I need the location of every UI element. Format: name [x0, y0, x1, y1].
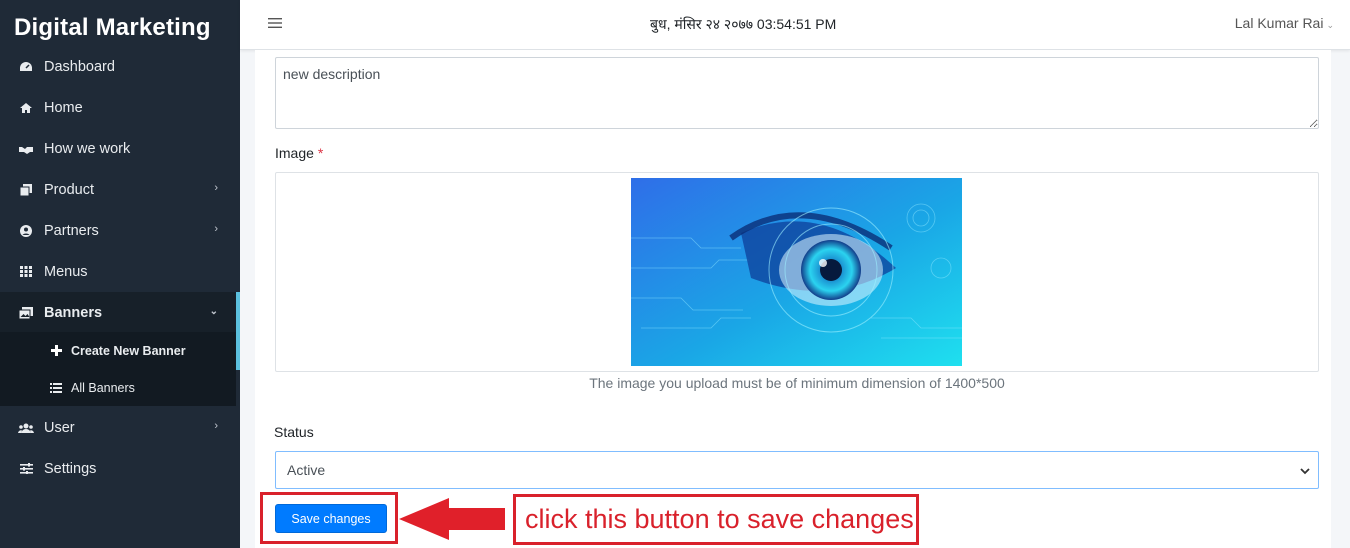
chevron-down-icon: ⌄ — [209, 306, 218, 317]
sidebar-subitem-create-new-banner[interactable]: Create New Banner — [0, 332, 236, 369]
image-upload-area[interactable] — [275, 172, 1319, 372]
status-select[interactable]: Active — [275, 451, 1319, 489]
sidebar-subitem-all-banners[interactable]: All Banners — [0, 369, 236, 406]
sidebar-item-product[interactable]: Product › — [0, 169, 240, 210]
sidebar-item-label: User — [44, 419, 75, 436]
current-datetime: बुध, मंसिर २४ २०७७ 03:54:51 PM — [650, 16, 837, 32]
sidebar-subitem-label: Create New Banner — [71, 343, 186, 358]
grid-icon — [18, 265, 34, 279]
sidebar-item-settings[interactable]: Settings — [0, 448, 240, 489]
image-label: Image * — [275, 145, 323, 161]
description-textarea[interactable]: new description — [275, 57, 1319, 129]
users-icon — [18, 421, 34, 435]
chevron-right-icon: › — [214, 182, 218, 194]
home-icon — [18, 101, 34, 115]
sliders-icon — [18, 462, 34, 476]
sidebar-item-menus[interactable]: Menus — [0, 251, 240, 292]
annotation-arrow-icon — [399, 498, 505, 540]
chevron-right-icon: › — [214, 420, 218, 432]
user-menu[interactable]: Lal Kumar Rai ⌄ — [1235, 15, 1334, 31]
sidebar-subitem-label: All Banners — [71, 380, 135, 395]
banner-form-card: new description Image * The image you up… — [255, 50, 1331, 548]
banner-image-preview — [631, 178, 962, 366]
dashboard-icon — [18, 60, 34, 74]
active-indicator — [236, 292, 240, 370]
sidebar-item-label: Product — [44, 181, 94, 198]
hamburger-menu-icon[interactable] — [268, 16, 282, 28]
annotation-callout: click this button to save changes — [513, 494, 919, 545]
sidebar-item-user[interactable]: User › — [0, 407, 240, 448]
brand-title[interactable]: Digital Marketing — [0, 0, 240, 52]
handshake-icon — [18, 142, 34, 156]
plus-icon — [49, 345, 63, 356]
topbar: बुध, मंसिर २४ २०७७ 03:54:51 PM Lal Kumar… — [240, 0, 1350, 50]
chevron-right-icon: › — [214, 223, 218, 235]
required-mark: * — [317, 145, 324, 161]
sidebar-item-label: Dashboard — [44, 58, 115, 75]
status-label: Status — [274, 424, 314, 440]
chevron-down-icon: ⌄ — [1326, 20, 1334, 30]
sidebar: Digital Marketing Dashboard Home How we … — [0, 0, 240, 548]
user-name: Lal Kumar Rai — [1234, 15, 1324, 31]
chevron-down-icon — [1300, 463, 1310, 475]
sidebar-item-partners[interactable]: Partners › — [0, 210, 240, 251]
list-icon — [49, 382, 63, 393]
copy-icon — [18, 183, 34, 197]
images-icon — [18, 306, 34, 320]
sidebar-item-label: Menus — [44, 263, 88, 280]
sidebar-item-how-we-work[interactable]: How we work — [0, 128, 240, 169]
user-circle-icon — [18, 224, 34, 238]
sidebar-item-label: Home — [44, 99, 83, 116]
sidebar-item-label: Banners — [44, 304, 103, 321]
sidebar-item-label: How we work — [44, 140, 131, 157]
image-label-text: Image — [275, 145, 314, 161]
sidebar-item-banners[interactable]: Banners ⌄ — [0, 292, 240, 333]
sidebar-item-home[interactable]: Home — [0, 87, 240, 128]
annotation-highlight-box — [260, 492, 398, 544]
image-size-hint: The image you upload must be of minimum … — [589, 375, 1005, 391]
sidebar-item-label: Settings — [44, 460, 97, 477]
status-selected-value: Active — [287, 462, 326, 478]
sidebar-item-label: Partners — [44, 222, 99, 239]
sidebar-item-dashboard[interactable]: Dashboard — [0, 46, 240, 87]
